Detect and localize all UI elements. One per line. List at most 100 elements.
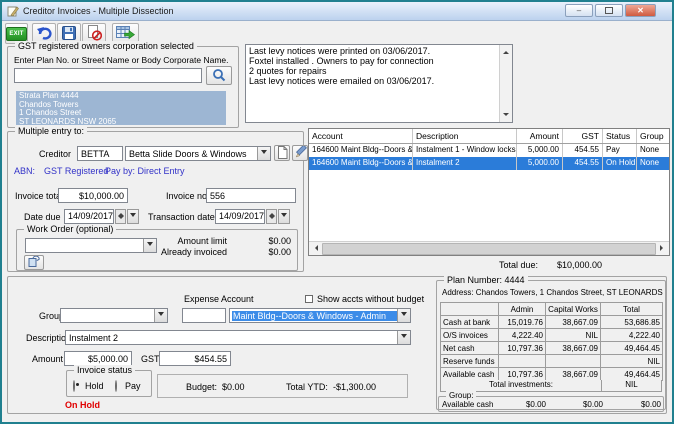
col-status[interactable]: Status: [603, 129, 637, 143]
status-badge: On Hold: [65, 400, 100, 410]
scrollbar-thumb[interactable]: [322, 243, 656, 255]
description-select[interactable]: Instalment 2: [65, 330, 411, 345]
col-description[interactable]: Description: [413, 129, 517, 143]
group-funds-box: Group: Available cash $0.00 $0.00 $0.00: [438, 391, 664, 412]
gst-input[interactable]: [159, 351, 231, 366]
owners-corporation-box: GST registered owners corporation select…: [7, 41, 239, 128]
transaction-date-field[interactable]: 14/09/2017: [215, 209, 265, 224]
admin-value: 10,797.36: [498, 367, 546, 381]
amount-input[interactable]: [64, 351, 132, 366]
work-order-box: Work Order (optional) Amount limit $0.00…: [16, 224, 298, 271]
col-blank: [440, 302, 499, 316]
budget-value: $0.00: [222, 382, 245, 392]
date-due-label: Date due: [24, 212, 61, 222]
abn-label: ABN:: [14, 166, 36, 176]
admin-value: [498, 354, 546, 368]
pay-by-text: Pay by: Direct Entry: [105, 166, 185, 176]
budget-box: Budget: $0.00 Total YTD: -$1,300.00: [157, 374, 408, 398]
invoice-no-input[interactable]: [206, 188, 296, 203]
col-gst[interactable]: GST: [563, 129, 603, 143]
creditor-code-input[interactable]: [77, 146, 123, 161]
show-accts-checkbox[interactable]: [305, 295, 313, 303]
table-row: Available cash 10,797.36 38,667.09 49,46…: [440, 367, 663, 381]
search-icon: [212, 68, 226, 84]
maximize-button[interactable]: [595, 4, 623, 17]
notes-scrollbar[interactable]: [499, 45, 512, 122]
table-header: Admin Capital Works Total: [440, 302, 663, 316]
col-group[interactable]: Group: [637, 129, 669, 143]
cell-description: Instalment 1 - Window locks: [413, 144, 517, 157]
total-investments-value: NIL: [625, 380, 638, 389]
minimize-button[interactable]: –: [565, 4, 593, 17]
chevron-down-icon[interactable]: [257, 147, 270, 160]
plan-search-input[interactable]: [14, 68, 202, 83]
scroll-down-icon[interactable]: [500, 110, 512, 122]
expense-code-input[interactable]: [182, 308, 226, 323]
edit-creditor-button[interactable]: [292, 143, 308, 161]
invoice-total-input[interactable]: [58, 188, 128, 203]
selected-plan-list[interactable]: Strata Plan 4444 Chandos Towers 1 Chando…: [16, 91, 226, 125]
grid-row-2-selected[interactable]: 164600 Maint Bldg--Doors & ... Instalmen…: [309, 157, 669, 170]
col-amount[interactable]: Amount: [517, 129, 563, 143]
app-icon: [7, 5, 19, 19]
chevron-down-icon[interactable]: [397, 331, 410, 344]
expense-account-value: Maint Bldg--Doors & Windows - Admin: [232, 311, 397, 321]
chevron-down-icon[interactable]: [154, 309, 167, 322]
group-select[interactable]: [60, 308, 168, 323]
plan-line-4: ST LEONARDS NSW 2065: [19, 116, 117, 125]
date-due-calendar-dropdown[interactable]: [127, 209, 139, 224]
creditor-select[interactable]: Betta Slide Doors & Windows: [125, 146, 271, 161]
transaction-date-calendar-dropdown[interactable]: [278, 209, 290, 224]
expense-account-select[interactable]: Maint Bldg--Doors & Windows - Admin: [229, 308, 411, 323]
export-grid-icon: [116, 25, 136, 42]
cell-status: Pay: [603, 144, 637, 157]
invoice-total-label: Invoice total: [15, 191, 64, 201]
show-accts-label: Show accts without budget: [317, 294, 425, 304]
col-account[interactable]: Account: [309, 129, 413, 143]
new-document-icon: [277, 145, 288, 161]
date-due-field[interactable]: 14/09/2017: [64, 209, 114, 224]
capital-value: 38,667.09: [545, 367, 601, 381]
new-creditor-button[interactable]: [274, 145, 290, 161]
amount-label: Amount: [32, 354, 64, 364]
total-ytd-label: Total YTD:: [286, 382, 328, 392]
cell-gst: 454.55: [563, 144, 603, 157]
work-order-report-button[interactable]: [24, 255, 44, 270]
date-due-spinner[interactable]: [115, 209, 126, 224]
transaction-date-spinner[interactable]: [266, 209, 277, 224]
gst-label: GST: [141, 354, 160, 364]
plan-notes-box[interactable]: Last levy notices were printed on 03/06/…: [245, 44, 513, 123]
grid-row-1[interactable]: 164600 Maint Bldg--Doors & ... Instalmen…: [309, 144, 669, 157]
window-title: Creditor Invoices - Multiple Dissection: [23, 6, 174, 16]
already-invoiced-value: $0.00: [268, 247, 291, 257]
maximize-icon: [605, 7, 613, 14]
save-icon: [62, 25, 76, 42]
grid-horizontal-scrollbar[interactable]: [309, 241, 669, 255]
pay-radio[interactable]: [115, 380, 117, 392]
capital-value: 38,667.09: [545, 341, 601, 355]
close-button[interactable]: ✕: [625, 4, 656, 17]
hold-radio[interactable]: [73, 380, 75, 392]
budget-label: Budget:: [186, 382, 218, 392]
admin-value: 4,222.40: [498, 328, 546, 342]
chevron-down-icon[interactable]: [397, 309, 410, 322]
scroll-left-icon[interactable]: [309, 242, 321, 254]
undo-icon: [36, 25, 52, 42]
scroll-right-icon[interactable]: [657, 242, 669, 254]
row-label: Cash at bank: [440, 315, 499, 329]
close-icon: ✕: [637, 6, 644, 15]
total-value: 53,686.85: [600, 315, 663, 329]
total-due-label: Total due:: [498, 260, 538, 270]
creditor-label: Creditor: [39, 149, 72, 159]
admin-value: 10,797.36: [498, 341, 546, 355]
table-row: Net cash 10,797.36 38,667.09 49,464.45: [440, 341, 663, 355]
table-row: Cash at bank 15,019.76 38,667.09 53,686.…: [440, 315, 663, 329]
plan-search-button[interactable]: [206, 66, 232, 85]
total-value: 49,464.45: [600, 367, 663, 381]
creditor-invoices-window: Creditor Invoices - Multiple Dissection …: [0, 0, 674, 424]
invoice-status-box: Invoice status Hold Pay: [66, 365, 152, 397]
total-value: 49,464.45: [600, 341, 663, 355]
creditor-name-value: Betta Slide Doors & Windows: [129, 149, 247, 159]
total-value: NIL: [600, 354, 663, 368]
scroll-up-icon[interactable]: [500, 45, 512, 57]
